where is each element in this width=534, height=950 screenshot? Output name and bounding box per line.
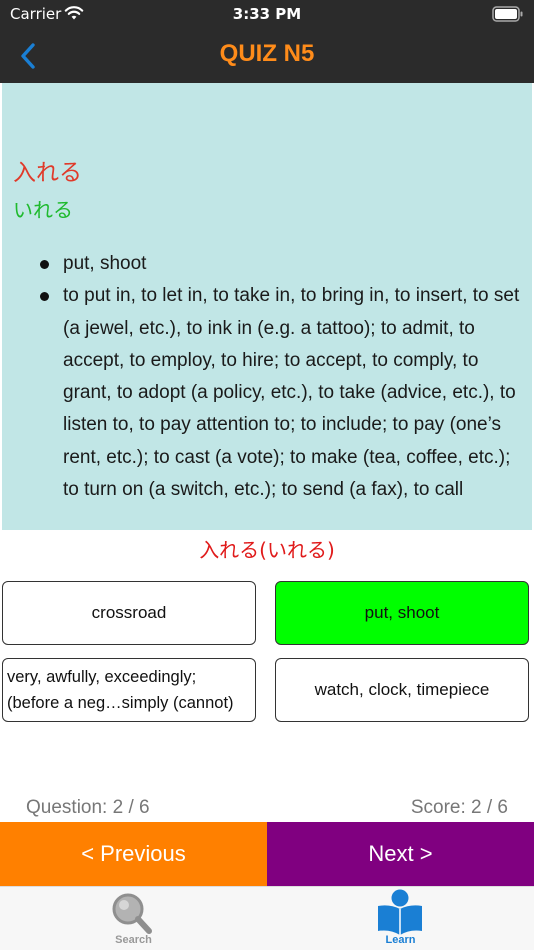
option-button-2[interactable]: put, shoot <box>275 581 529 645</box>
tab-label: Learn <box>385 934 416 946</box>
tab-bar: Search Learn <box>0 886 534 950</box>
word-kana: いれる <box>13 198 73 222</box>
meaning-item: put, shoot <box>13 248 531 280</box>
question-counter: Question: 2 / 6 <box>26 797 150 818</box>
definition-panel[interactable]: 入れる いれる put, shoot to put in, to let in,… <box>2 83 532 530</box>
option-button-1[interactable]: crossroad <box>2 581 256 645</box>
status-clock: 3:33 PM <box>232 5 302 23</box>
magnifier-icon <box>112 893 152 934</box>
tab-search[interactable]: Search <box>0 887 267 950</box>
score-counter: Score: 2 / 6 <box>410 797 508 818</box>
reader-icon <box>378 889 422 935</box>
status-bar: Carrier 3:33 PM <box>0 0 534 30</box>
tab-learn[interactable]: Learn <box>267 887 534 950</box>
nav-bar: QUIZ N5 <box>0 30 534 83</box>
option-button-4[interactable]: watch, clock, timepiece <box>275 658 529 722</box>
answer-label: 入れる(いれる) <box>199 538 335 562</box>
previous-button[interactable]: < Previous <box>0 822 267 886</box>
page-title: QUIZ N5 <box>219 40 315 67</box>
battery-icon <box>492 6 523 22</box>
meaning-item: to put in, to let in, to take in, to bri… <box>13 280 531 506</box>
word-kanji: 入れる <box>13 160 82 186</box>
meaning-list: put, shoot to put in, to let in, to take… <box>13 248 531 506</box>
next-button[interactable]: Next > <box>267 822 534 886</box>
option-button-3[interactable]: very, awfully, exceedingly; (before a ne… <box>2 658 256 722</box>
tab-label: Search <box>115 934 152 946</box>
